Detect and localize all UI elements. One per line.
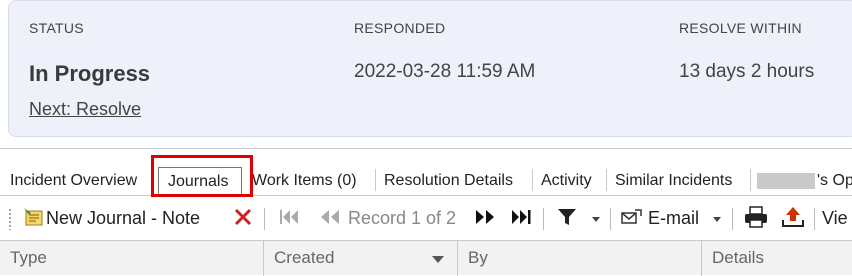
first-record-button[interactable] [278, 200, 300, 236]
column-header-details-label: Details [712, 248, 764, 267]
column-header-by-label: By [468, 248, 488, 267]
export-button[interactable] [780, 200, 806, 236]
next-record-button[interactable] [473, 200, 497, 236]
tab-journals[interactable]: Journals [158, 167, 242, 195]
new-note-icon [24, 208, 43, 226]
resolve-within-label: RESOLVE WITHIN [679, 20, 802, 36]
section-divider [0, 148, 852, 149]
last-record-button[interactable] [510, 200, 534, 236]
column-header-type[interactable]: Type [0, 241, 264, 276]
email-envelope-icon [621, 209, 642, 224]
column-header-created[interactable]: Created [264, 241, 458, 276]
first-record-icon [280, 210, 298, 224]
filter-funnel-icon [558, 209, 576, 225]
delete-x-icon [234, 208, 252, 226]
print-button[interactable] [743, 200, 769, 236]
new-journal-note-button[interactable]: New Journal - Note [22, 200, 200, 236]
column-header-created-label: Created [274, 248, 335, 267]
resolve-within-value: 13 days 2 hours [679, 61, 815, 82]
status-value: In Progress [29, 61, 151, 86]
toolbar-separator [264, 208, 265, 230]
tab-similar-incidents[interactable]: Similar Incidents [607, 167, 740, 195]
status-label: STATUS [29, 20, 84, 36]
last-record-icon [512, 210, 531, 224]
chevron-down-icon [713, 217, 722, 222]
export-upload-icon [782, 207, 804, 227]
responded-label: RESPONDED [354, 20, 446, 36]
previous-record-button[interactable] [318, 200, 342, 236]
new-journal-note-label: New Journal - Note [46, 208, 201, 228]
tab-owner-open-label: 's Ope [817, 172, 852, 189]
toolbar-separator [814, 208, 815, 230]
printer-icon [745, 206, 767, 228]
chevron-down-icon [592, 217, 601, 222]
toolbar-grip[interactable] [8, 208, 12, 230]
toolbar-separator [543, 208, 544, 230]
tab-bar: Incident Overview Journals Work Items (0… [0, 163, 852, 196]
toolbar-separator [732, 208, 733, 230]
toolbar-separator [610, 208, 611, 230]
filter-button[interactable] [556, 200, 601, 236]
journal-grid-header: Type Created By Details [0, 240, 852, 276]
column-header-by[interactable]: By [458, 241, 702, 276]
redacted-name [757, 172, 815, 189]
record-indicator: Record 1 of 2 [348, 208, 457, 228]
previous-record-icon [321, 210, 339, 224]
tab-resolution-details[interactable]: Resolution Details [376, 167, 521, 195]
next-record-icon [476, 210, 494, 224]
tab-owner-open[interactable]: 's Ope [751, 167, 852, 195]
next-resolve-link[interactable]: Next: Resolve [29, 99, 141, 120]
column-header-details[interactable]: Details [702, 241, 852, 276]
email-button[interactable]: E-mail [620, 200, 722, 236]
journal-toolbar: New Journal - Note Record 1 of 2 E-mail … [0, 200, 852, 236]
column-header-type-label: Type [10, 248, 47, 267]
delete-button[interactable] [233, 200, 253, 236]
sort-descending-icon [432, 256, 444, 263]
email-label: E-mail [648, 208, 700, 228]
incident-summary-card: STATUS RESPONDED RESOLVE WITHIN In Progr… [8, 0, 852, 137]
tab-work-items[interactable]: Work Items (0) [244, 167, 365, 195]
tab-activity[interactable]: Activity [533, 167, 600, 195]
tab-incident-overview[interactable]: Incident Overview [2, 167, 145, 195]
responded-value: 2022-03-28 11:59 AM [354, 61, 536, 82]
view-button[interactable]: Vie [822, 200, 848, 236]
